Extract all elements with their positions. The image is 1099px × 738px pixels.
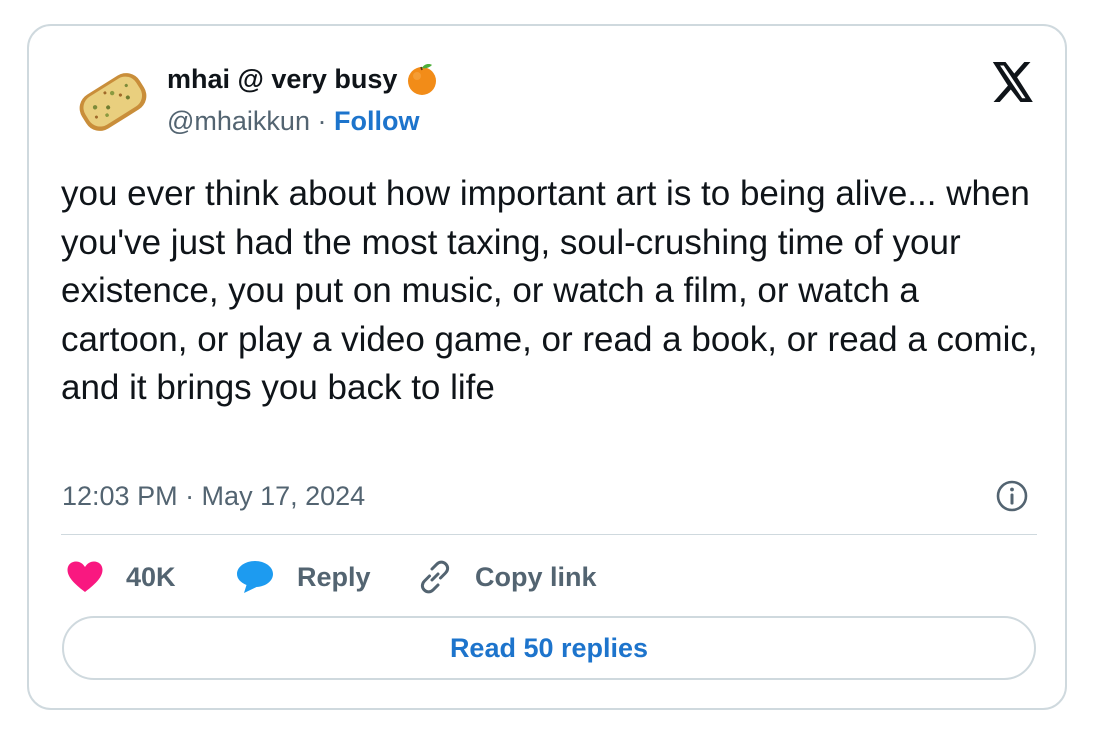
heart-icon	[67, 561, 103, 592]
reply-bubble-icon	[237, 561, 273, 593]
avatar[interactable]	[73, 62, 153, 142]
reply-button[interactable]: Reply	[235, 554, 371, 600]
author-name-row[interactable]: mhai @ very busy	[167, 62, 439, 96]
divider	[61, 534, 1037, 535]
author-handle[interactable]: @mhaikkun	[167, 106, 310, 136]
copy-link-button[interactable]: Copy link	[415, 554, 597, 600]
tweet-timestamp[interactable]: 12:03 PM · May 17, 2024	[62, 481, 365, 512]
like-count: 40K	[126, 561, 176, 592]
author-handle-row: @mhaikkun · Follow	[167, 106, 419, 137]
read-replies-button[interactable]: Read 50 replies	[62, 616, 1036, 680]
x-logo-icon[interactable]	[991, 62, 1035, 102]
tweet-embed-card: mhai @ very busy @mhaikkun · Follow you …	[27, 24, 1067, 710]
info-icon[interactable]	[994, 478, 1030, 514]
like-button[interactable]: 40K	[66, 554, 176, 600]
reply-label: Reply	[297, 561, 371, 592]
orange-emoji-icon	[408, 64, 437, 95]
copy-link-label: Copy link	[475, 561, 597, 592]
tweet-text: you ever think about how important art i…	[61, 174, 1038, 407]
follow-button[interactable]: Follow	[334, 106, 419, 136]
link-icon	[420, 560, 450, 594]
handle-separator: ·	[309, 106, 334, 136]
author-display-name[interactable]: mhai @ very busy	[167, 64, 397, 95]
